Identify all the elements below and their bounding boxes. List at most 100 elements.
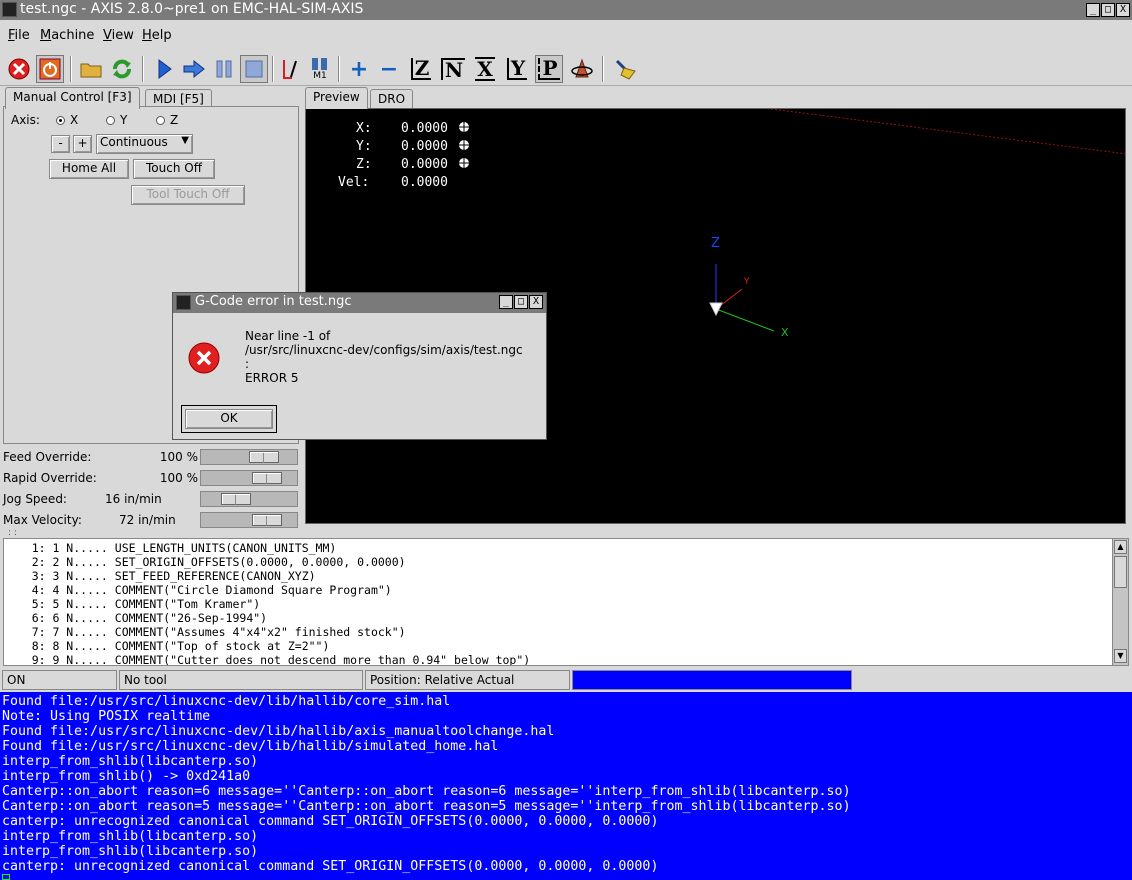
radio-indicator bbox=[156, 116, 165, 125]
close-button[interactable]: X bbox=[1116, 3, 1130, 17]
console-line: Found file:/usr/src/linuxcnc-dev/lib/hal… bbox=[2, 739, 499, 754]
machine-status: ON bbox=[2, 670, 117, 690]
jog-mode-select[interactable]: Continuous ▼ bbox=[96, 134, 193, 154]
dialog-titlebar: G-Code error in test.ngc _ □ X bbox=[173, 293, 546, 313]
home-all-button[interactable]: Home All bbox=[49, 159, 129, 179]
jog-mode-value: Continuous bbox=[100, 135, 168, 149]
menu-view[interactable]: View bbox=[103, 28, 134, 43]
view-z2-icon[interactable]: N bbox=[439, 55, 467, 83]
menu-help[interactable]: Help bbox=[142, 28, 172, 43]
dialog-maximize-button[interactable]: □ bbox=[514, 295, 528, 309]
rapid-override-slider[interactable] bbox=[200, 470, 298, 486]
menu-help-rest: elp bbox=[151, 28, 172, 43]
view-y-icon[interactable]: Y bbox=[503, 55, 531, 83]
dialog-close-button[interactable]: X bbox=[529, 295, 543, 309]
dro-x-value: 0.0000 bbox=[401, 121, 448, 136]
jog-speed-slider[interactable] bbox=[200, 491, 298, 507]
unhomed-x-icon bbox=[458, 121, 470, 133]
axis-radio-y[interactable]: Y bbox=[106, 113, 127, 127]
axis-label: Axis: bbox=[11, 113, 40, 127]
max-velocity-slider[interactable] bbox=[200, 512, 298, 528]
slider-thumb[interactable] bbox=[221, 493, 251, 505]
console-line: interp_from_shlib(libcanterp.so) bbox=[2, 829, 259, 844]
axis-radio-x-label: X bbox=[70, 113, 79, 127]
axis-radio-z-label: Z bbox=[170, 113, 179, 127]
view-z-label: Z bbox=[410, 58, 432, 80]
tab-manual-control[interactable]: Manual Control [F3] bbox=[5, 87, 140, 109]
rotate-icon[interactable] bbox=[568, 55, 596, 83]
zoom-in-icon[interactable]: + bbox=[345, 55, 373, 83]
zoom-out-icon[interactable]: − bbox=[375, 55, 403, 83]
position-status: Position: Relative Actual bbox=[365, 670, 570, 690]
pane-grip[interactable]: : : bbox=[8, 528, 17, 538]
axis-radio-z[interactable]: Z bbox=[156, 113, 178, 127]
menu-view-rest: iew bbox=[111, 28, 134, 43]
minimize-button[interactable]: _ bbox=[1086, 3, 1100, 17]
feed-override-value: 100 % bbox=[159, 450, 198, 464]
clear-plot-icon[interactable] bbox=[611, 55, 639, 83]
run-icon[interactable] bbox=[150, 55, 178, 83]
menu-help-accel: H bbox=[142, 28, 152, 43]
tool-touch-off-button[interactable]: Tool Touch Off bbox=[131, 185, 245, 205]
jog-plus-button[interactable]: + bbox=[73, 135, 92, 153]
gcode-line[interactable]: 1: 1 N..... USE_LENGTH_UNITS(CANON_UNITS… bbox=[4, 541, 337, 555]
maximize-button[interactable]: □ bbox=[1101, 3, 1115, 17]
gcode-line[interactable]: 4: 4 N..... COMMENT("Circle Diamond Squa… bbox=[4, 583, 392, 597]
open-file-icon[interactable] bbox=[77, 55, 105, 83]
toolbar-separator bbox=[70, 56, 72, 82]
progress-fill bbox=[573, 671, 851, 689]
jog-minus-button[interactable]: - bbox=[51, 135, 70, 153]
dialog-minimize-button[interactable]: _ bbox=[499, 295, 513, 309]
view-p-icon[interactable]: P bbox=[535, 55, 563, 83]
console-line: Note: Using POSIX realtime bbox=[2, 709, 211, 724]
gcode-listing[interactable]: 1: 1 N..... USE_LENGTH_UNITS(CANON_UNITS… bbox=[3, 538, 1129, 666]
slider-thumb[interactable] bbox=[252, 472, 282, 484]
touch-off-button[interactable]: Touch Off bbox=[133, 159, 215, 179]
ok-button[interactable]: OK bbox=[185, 409, 273, 429]
optional-stop-icon[interactable]: M1 bbox=[306, 55, 334, 83]
chevron-down-icon: ▼ bbox=[181, 135, 189, 146]
gcode-line[interactable]: 3: 3 N..... SET_FEED_REFERENCE(CANON_XYZ… bbox=[4, 569, 316, 583]
gcode-line[interactable]: 9: 9 N..... COMMENT("Cutter does not des… bbox=[4, 653, 531, 665]
estop-icon[interactable] bbox=[5, 55, 33, 83]
axis-radio-x[interactable]: X bbox=[56, 113, 78, 127]
tab-preview[interactable]: Preview bbox=[305, 87, 368, 109]
rapid-override-value: 100 % bbox=[159, 471, 198, 485]
gcode-line[interactable]: 7: 7 N..... COMMENT("Assumes 4"x4"x2" fi… bbox=[4, 625, 406, 639]
feed-override-slider[interactable] bbox=[200, 449, 298, 465]
gcode-line[interactable]: 2: 2 N..... SET_ORIGIN_OFFSETS(0.0000, 0… bbox=[4, 555, 406, 569]
gcode-line[interactable]: 8: 8 N..... COMMENT("Top of stock at Z=2… bbox=[4, 639, 330, 653]
tool-status: No tool bbox=[119, 670, 363, 690]
gcode-line[interactable]: 6: 6 N..... COMMENT("26-Sep-1994") bbox=[4, 611, 267, 625]
ok-focus-ring: OK bbox=[181, 405, 277, 433]
console-output[interactable]: Found file:/usr/src/linuxcnc-dev/lib/hal… bbox=[0, 692, 1132, 880]
gcode-line[interactable]: 5: 5 N..... COMMENT("Tom Kramer") bbox=[4, 597, 261, 611]
reload-icon[interactable] bbox=[108, 55, 136, 83]
view-p-label: P bbox=[538, 58, 560, 80]
slider-thumb[interactable] bbox=[252, 514, 282, 526]
view-x-icon[interactable]: X bbox=[471, 55, 499, 83]
optional-block-icon[interactable] bbox=[278, 55, 306, 83]
toolbar-separator bbox=[272, 56, 274, 82]
step-icon[interactable] bbox=[180, 55, 208, 83]
m1-label: M1 bbox=[313, 71, 327, 81]
rapid-override-row: Rapid Override: 100 % bbox=[3, 469, 299, 489]
stop-icon[interactable] bbox=[240, 55, 268, 83]
dro-vel-value: 0.0000 bbox=[401, 175, 448, 190]
scroll-down-icon[interactable]: ▼ bbox=[1114, 649, 1127, 663]
power-icon[interactable] bbox=[36, 55, 64, 83]
view-z-icon[interactable]: Z bbox=[407, 55, 435, 83]
console-line: interp_from_shlib(libcanterp.so) bbox=[2, 754, 259, 769]
pause-icon[interactable] bbox=[210, 55, 238, 83]
scroll-up-icon[interactable]: ▲ bbox=[1114, 540, 1127, 554]
scroll-thumb[interactable] bbox=[1114, 556, 1127, 588]
feed-override-label: Feed Override: bbox=[3, 450, 92, 464]
dro-y-label: Y: bbox=[356, 139, 372, 154]
max-velocity-row: Max Velocity: 72 in/min bbox=[3, 511, 299, 531]
tab-dro[interactable]: DRO bbox=[370, 89, 414, 109]
menu-machine[interactable]: Machine bbox=[40, 28, 94, 43]
jog-speed-row: Jog Speed: 16 in/min bbox=[3, 490, 299, 510]
menu-file[interactable]: File bbox=[8, 28, 30, 43]
slider-thumb[interactable] bbox=[249, 451, 279, 463]
gcode-scrollbar[interactable]: ▲ ▼ bbox=[1112, 539, 1128, 665]
